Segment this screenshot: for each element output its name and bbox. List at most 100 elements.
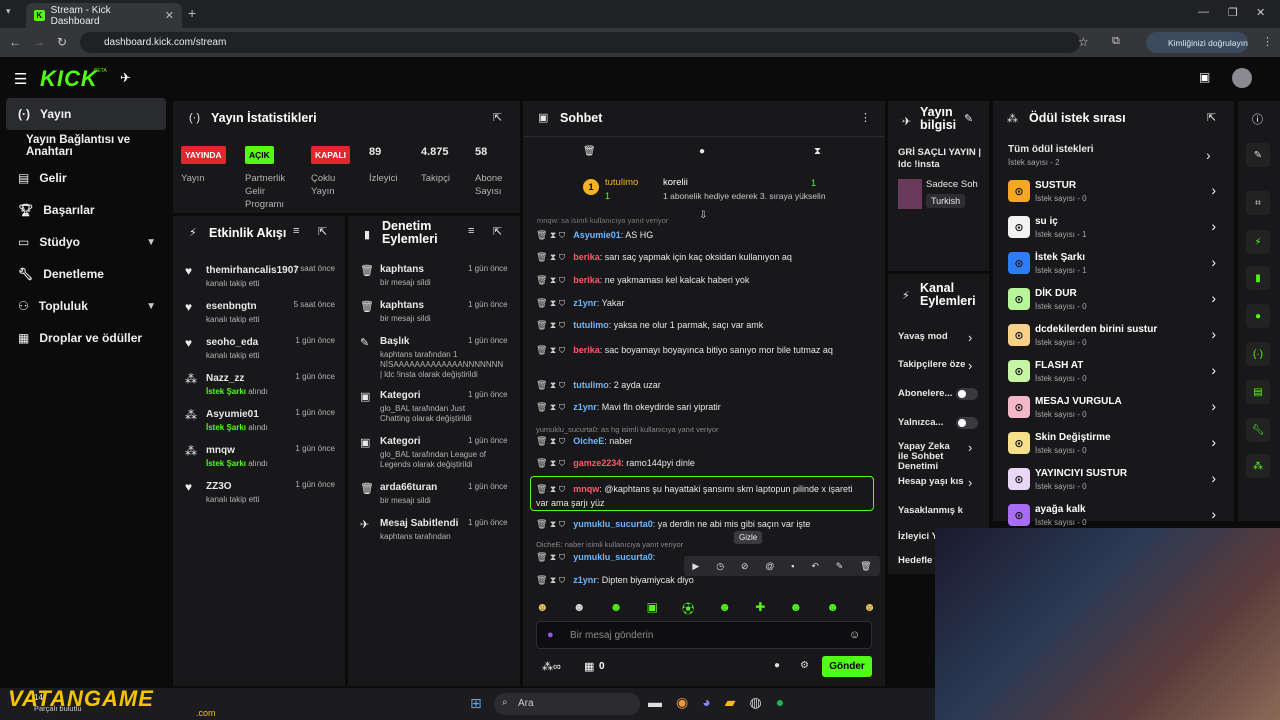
activity-user[interactable]: Asyumie01 [206, 409, 259, 420]
chat-username[interactable]: yumuklu_sucurta0 [573, 519, 653, 529]
info-icon[interactable]: ⓘ [1252, 111, 1263, 127]
moderation-item[interactable]: ▣ Kategori glo_BAL tarafından League of Le… [348, 432, 520, 469]
spotify-icon[interactable]: ● [776, 694, 784, 711]
browser-menu-icon[interactable]: ⋮ [1262, 35, 1273, 48]
send-button[interactable]: Gönder [822, 656, 872, 677]
gifter-name[interactable]: tutulimo [605, 177, 638, 188]
trash-icon[interactable]: 🗑︎ [583, 146, 596, 157]
chat-username[interactable]: z1ynr [573, 402, 597, 412]
reward-item[interactable]: ⊙ FLASH AT İstek sayısı - 0 › [1008, 356, 1228, 392]
moderation-title[interactable]: Kategori [380, 390, 421, 401]
points-icon[interactable]: ⁂∞ [542, 660, 561, 673]
forward-icon[interactable]: → [33, 35, 45, 49]
chat-message[interactable]: 🗑︎ ⧗ ⛉ berika: sarı saç yapmak için kaç o… [536, 252, 876, 263]
gift-icon[interactable]: ▦ [584, 660, 594, 673]
chat-username[interactable]: berika [573, 345, 600, 355]
activity-user[interactable]: seoho_eda [206, 337, 258, 348]
emote-icon[interactable]: ✚ [755, 600, 765, 617]
tag-badge[interactable]: Turkish [926, 194, 966, 208]
url-input[interactable]: dashboard.kick.com/stream [80, 32, 1080, 53]
chat-username[interactable]: yumuklu_sucurta0 [573, 552, 653, 562]
microphone-icon[interactable]: ● [547, 629, 554, 641]
timeout-icon[interactable]: ◷ [716, 561, 724, 572]
gifted-name[interactable]: korelii [663, 177, 688, 188]
chat-icon[interactable]: ● [699, 146, 705, 157]
windows-start-icon[interactable]: ⊞ [470, 695, 482, 712]
minimize-icon[interactable]: — [1198, 6, 1209, 18]
chevron-right-icon[interactable]: › [1211, 506, 1216, 522]
pin-message-icon[interactable]: ✎ [836, 561, 844, 572]
chat-username[interactable]: berika [573, 275, 600, 285]
reward-item[interactable]: ⊙ Skin Değiştirme İstek sayısı - 0 › [1008, 428, 1228, 464]
close-tab-icon[interactable]: ✕ [165, 9, 174, 22]
emote-icon[interactable]: ☻ [718, 600, 731, 617]
chat-username[interactable]: berika [573, 252, 600, 262]
activity-user[interactable]: Nazz_zz [206, 373, 244, 384]
extensions-icon[interactable]: ⧉ [1112, 35, 1120, 48]
chevron-right-icon[interactable]: › [1211, 290, 1216, 306]
wrench-icon[interactable]: 🔧︎ [1246, 418, 1270, 442]
toggle[interactable] [956, 388, 978, 400]
sidebar-item-basarilar[interactable]: 🏆︎ Başarılar [6, 194, 166, 226]
scroll-down-icon[interactable]: ⇩ [699, 210, 707, 221]
moderation-item[interactable]: 🗑︎ kaphtans bir mesajı sildi 1 gün önce [348, 260, 520, 296]
all-rewards-label[interactable]: Tüm ödül istekleri [1008, 144, 1094, 155]
chevron-right-icon[interactable]: › [1206, 147, 1211, 163]
hide-icon[interactable]: ⊘ [741, 561, 749, 572]
moderation-item[interactable]: ✈ Mesaj Sabitlendi kaphtans tarafından 1 gü… [348, 514, 520, 550]
tab-search-icon[interactable]: ▾ [6, 6, 11, 17]
chat-username[interactable]: z1ynr [573, 298, 597, 308]
sidebar-item-gelir[interactable]: ▤ Gelir [6, 162, 166, 194]
sidebar-item-topluluk[interactable]: ⚇ Topluluk ▼ [6, 290, 166, 322]
chevron-right-icon[interactable]: › [1211, 470, 1216, 486]
chevron-right-icon[interactable]: › [968, 475, 972, 490]
moderation-title[interactable]: arda66turan [380, 482, 437, 493]
document-icon[interactable]: ▮ [1246, 266, 1270, 290]
activity-item[interactable]: ⁂ Asyumie01 İstek Şarkı alındı 1 gün önce [173, 404, 345, 438]
toggle[interactable] [956, 417, 978, 429]
activity-user[interactable]: mnqw [206, 445, 235, 456]
gear-icon[interactable]: ⚙ [800, 660, 809, 671]
filter-icon[interactable]: ≡ [468, 225, 474, 237]
hamburger-menu-icon[interactable]: ☰ [14, 70, 27, 88]
category-name[interactable]: Sadece Soh [926, 179, 978, 190]
activity-item[interactable]: ♥ seoho_eda kanalı takip etti 1 gün önce [173, 332, 345, 366]
chat-message[interactable]: 🗑︎ ⧗ ⛉ berika: sac boyamayı boyayınca bit… [536, 343, 866, 357]
chat-message[interactable]: 🗑︎ ⧗ ⛉ z1ynr: Dipten biyamiycak diyo [536, 575, 876, 586]
activity-item[interactable]: ♥ themirhancalis1907 kanalı takip etti 1 sa… [173, 260, 345, 294]
edit-icon[interactable]: ✎ [964, 112, 973, 125]
emote-icon[interactable]: ☻ [573, 600, 586, 617]
lightning-icon[interactable]: ⚡︎ [1246, 230, 1270, 254]
emoji-icon[interactable]: ☺ [849, 629, 860, 641]
chat-message[interactable]: 🗑︎ ⧗ ⛉ Asyumie01: AS HG [536, 230, 876, 241]
new-tab-icon[interactable]: + [188, 5, 196, 21]
chevron-right-icon[interactable]: › [1211, 362, 1216, 378]
filter-icon[interactable]: ≡ [293, 225, 299, 237]
channel-action-item[interactable]: Yalnızca... [898, 417, 988, 438]
moderation-item[interactable]: 🗑︎ kaphtans bir mesajı sildi 1 gün önce [348, 296, 520, 332]
moderation-item[interactable]: ▣ Kategori glo_BAL tarafından Just Chattin… [348, 386, 520, 423]
chevron-right-icon[interactable]: › [1211, 398, 1216, 414]
chevron-right-icon[interactable]: › [1211, 218, 1216, 234]
reward-item[interactable]: ⊙ MESAJ VURGULA İstek sayısı - 0 › [1008, 392, 1228, 428]
moderation-item[interactable]: 🗑︎ arda66turan bir mesajı sildi 1 gün önce [348, 478, 520, 514]
mention-icon[interactable]: @ [765, 561, 774, 571]
popout-icon[interactable]: ⇱ [493, 111, 502, 124]
chat-username[interactable]: Asyumie01 [573, 230, 621, 240]
close-window-icon[interactable]: ✕ [1256, 6, 1265, 19]
screenshot-icon[interactable]: ⌗ [1246, 191, 1270, 215]
browser-tab[interactable]: K Stream - Kick Dashboard ✕ [26, 3, 182, 28]
chevron-right-icon[interactable]: › [968, 330, 972, 345]
popout-icon[interactable]: ⇱ [318, 225, 327, 238]
chat-message[interactable]: 🗑︎ ⧗ ⛉ tutulimo: yaksa ne olur 1 parmak, … [536, 320, 876, 331]
delete-icon[interactable]: 🗑︎ [860, 561, 871, 572]
reply-icon[interactable]: ↶ [811, 561, 819, 572]
maximize-icon[interactable]: ❐ [1228, 6, 1238, 19]
layout-icon[interactable]: ▤ [1246, 380, 1270, 404]
emote-icon[interactable]: ☻ [790, 600, 803, 617]
moderation-title[interactable]: Mesaj Sabitlendi [380, 518, 458, 529]
chat-message[interactable]: 🗑︎ ⧗ ⛉ z1ynr: Yakar [536, 298, 876, 309]
emote-icon[interactable]: ☻ [863, 600, 876, 617]
chat-username[interactable]: tutulimo [573, 320, 609, 330]
chevron-right-icon[interactable]: › [968, 358, 972, 373]
